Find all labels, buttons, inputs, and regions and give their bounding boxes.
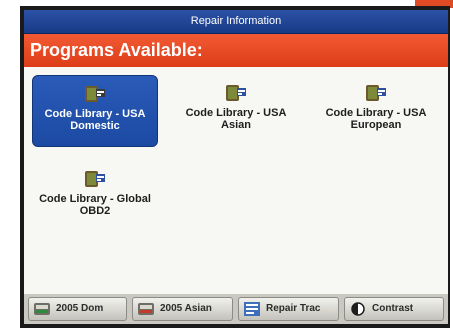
vehicle-domestic-icon <box>34 303 50 315</box>
code-library-icon <box>85 86 105 102</box>
program-label: Code Library - USA European <box>325 107 427 131</box>
code-library-icon <box>85 171 105 187</box>
screen: Repair Information Programs Available: C… <box>24 10 448 324</box>
repair-trac-button[interactable]: Repair Trac <box>238 297 339 321</box>
contrast-button[interactable]: Contrast <box>344 297 444 321</box>
code-library-icon <box>366 85 386 101</box>
vehicle-asian-icon <box>138 303 154 315</box>
2005-asian-button[interactable]: 2005 Asian <box>132 297 233 321</box>
window-title: Repair Information <box>24 10 448 34</box>
button-label: Repair Trac <box>266 303 321 314</box>
programs-heading: Programs Available: <box>24 34 448 67</box>
program-usa-european[interactable]: Code Library - USA European <box>313 75 439 147</box>
program-label: Code Library - Global OBD2 <box>39 193 151 217</box>
program-usa-asian[interactable]: Code Library - USA Asian <box>173 75 299 147</box>
contrast-icon <box>351 302 365 316</box>
program-label: Code Library - USA Asian <box>185 107 287 131</box>
repair-trac-icon <box>244 302 260 316</box>
program-usa-domestic[interactable]: Code Library - USA Domestic <box>32 75 158 147</box>
button-label: Contrast <box>372 303 414 314</box>
code-library-icon <box>226 85 246 101</box>
program-label: Code Library - USA Domestic <box>44 108 146 132</box>
footer-toolbar: 2005 Dom 2005 Asian Repair Trac Contrast <box>24 294 448 324</box>
program-global-obd2[interactable]: Code Library - Global OBD2 <box>32 161 158 233</box>
2005-dom-button[interactable]: 2005 Dom <box>28 297 127 321</box>
button-label: 2005 Dom <box>56 303 104 314</box>
programs-grid: Code Library - USA Domestic Code Library… <box>24 70 448 290</box>
button-label: 2005 Asian <box>160 303 212 314</box>
